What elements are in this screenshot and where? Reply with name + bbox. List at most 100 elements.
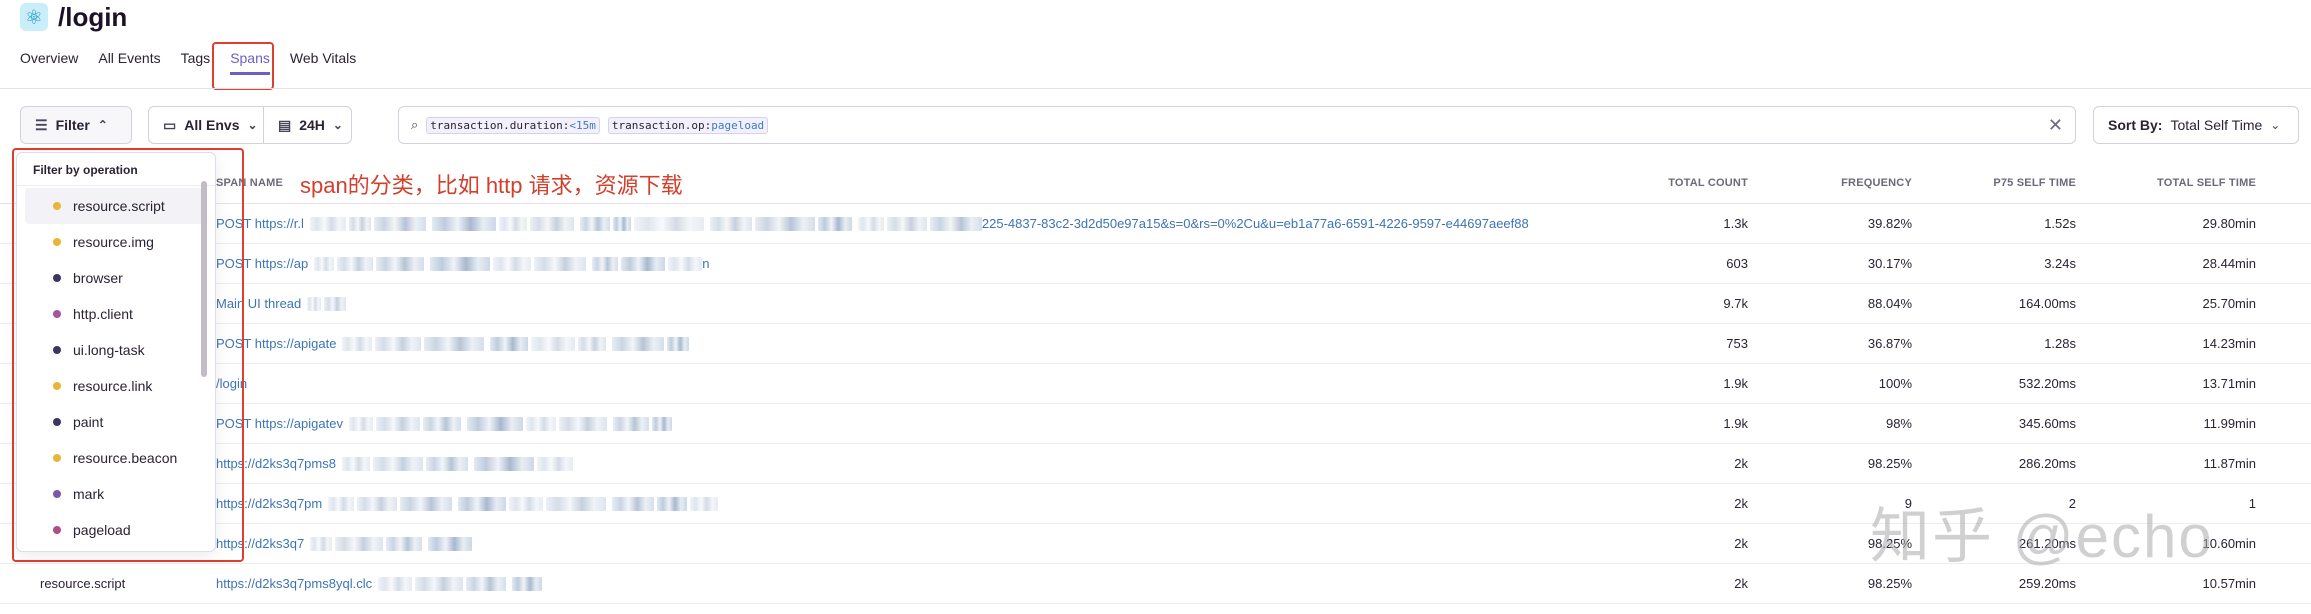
search-token-op[interactable]: transaction.op:pageload: [607, 116, 769, 134]
redacted-text: [578, 337, 607, 352]
redacted-text: [592, 257, 619, 272]
table-row[interactable]: POST https://apigate 753 36.87% 1.28s 14.23m…: [0, 324, 2311, 364]
table-row[interactable]: POST https://apigatev 1.9k 98% 345.60ms 11.9…: [0, 404, 2311, 444]
operation-option[interactable]: browser: [17, 260, 215, 296]
operation-list: resource.script resource.img browser http.c…: [17, 188, 215, 548]
span-name-link[interactable]: POST https://apigate: [216, 336, 690, 352]
operation-color-dot: [53, 382, 61, 390]
sort-by-prefix: Sort By:: [2108, 117, 2163, 133]
period-selector[interactable]: ▤ 24H ⌄: [263, 106, 352, 144]
redacted-text: [657, 497, 688, 512]
operation-color-dot: [53, 454, 61, 462]
total-count-cell: 2k: [1734, 536, 1748, 551]
total-count-cell: 2k: [1734, 496, 1748, 511]
clear-search-icon[interactable]: ✕: [2048, 115, 2063, 136]
span-name-cell: Main UI thread: [216, 296, 1594, 312]
frequency-cell: 30.17%: [1867, 256, 1912, 271]
operation-option[interactable]: ui.long-task: [17, 332, 215, 368]
span-name-cell: https://d2ks3q7: [216, 536, 1594, 552]
chevron-down-icon: ⌄: [2270, 118, 2281, 132]
frequency-cell: 39.82%: [1867, 216, 1912, 231]
operation-label: resource.img: [73, 234, 154, 250]
operation-option[interactable]: paint: [17, 404, 215, 440]
redacted-text: [375, 417, 420, 432]
column-frequency[interactable]: FREQUENCY: [1758, 177, 1922, 189]
total-count-cell: 1.9k: [1723, 416, 1748, 431]
span-name-link[interactable]: https://d2ks3q7pms8: [216, 456, 573, 472]
filter-bar: ☰ Filter ⌃ ▭ All Envs ⌄ ▤ 24H ⌄ ⌕ transa…: [20, 106, 2299, 144]
page-title: /login: [58, 1, 128, 32]
operation-option[interactable]: resource.img: [17, 224, 215, 260]
dropdown-scrollbar[interactable]: [201, 181, 207, 377]
redacted-text: [466, 417, 523, 432]
operation-filter-dropdown: Filter by operation resource.script resou…: [16, 152, 216, 552]
total-self-time-cell: 25.70min: [2202, 296, 2256, 311]
operation-option[interactable]: resource.link: [17, 368, 215, 404]
redacted-text: [314, 257, 335, 272]
redacted-text: [512, 577, 543, 592]
tab-overview[interactable]: Overview: [20, 50, 78, 75]
redacted-text: [376, 257, 425, 272]
span-name-link[interactable]: POST https://r.l 225-4837-83c2-3d2d50e97a…: [216, 216, 1529, 232]
chevron-down-icon: ⌄: [247, 118, 258, 132]
tab-all-events[interactable]: All Events: [98, 50, 160, 75]
tab-tags[interactable]: Tags: [181, 50, 211, 75]
span-name-link[interactable]: https://d2ks3q7pm: [216, 496, 719, 512]
operation-option[interactable]: resource.beacon: [17, 440, 215, 476]
operation-color-dot: [53, 310, 61, 318]
operation-option[interactable]: http.client: [17, 296, 215, 332]
span-name-link[interactable]: POST https://ap n: [216, 256, 710, 272]
p75-self-time-cell: 1.28s: [2044, 336, 2076, 351]
redacted-text: [525, 417, 556, 432]
total-self-time-cell: 11.99min: [2203, 416, 2256, 431]
chevron-down-icon: ⌄: [332, 118, 343, 132]
frequency-cell: 36.87%: [1867, 336, 1912, 351]
redacted-text: [324, 297, 347, 312]
redacted-text: [612, 337, 665, 352]
redacted-text: [348, 217, 371, 232]
total-count-cell: 603: [1726, 256, 1748, 271]
p75-self-time-cell: 286.20ms: [2018, 456, 2076, 471]
p75-self-time-cell: 1.52s: [2044, 216, 2076, 231]
span-name-link[interactable]: https://d2ks3q7pms8yql.clc: [216, 576, 543, 592]
table-row[interactable]: /login 1.9k 100% 532.20ms 13.71min: [0, 364, 2311, 404]
operation-option[interactable]: pageload: [17, 512, 215, 548]
redacted-text: [558, 417, 607, 432]
column-p75-self-time[interactable]: P75 SELF TIME: [1922, 177, 2086, 189]
filter-lines-icon: ☰: [35, 116, 48, 133]
atom-icon: ⚛: [20, 3, 48, 31]
redacted-text: [422, 417, 461, 432]
redacted-text: [612, 417, 649, 432]
p75-self-time-cell: 532.20ms: [2018, 376, 2076, 391]
redacted-text: [431, 217, 496, 232]
filter-button[interactable]: ☰ Filter ⌃: [20, 106, 132, 144]
operation-option[interactable]: resource.script: [25, 188, 203, 224]
dropdown-header: Filter by operation: [17, 153, 215, 186]
redacted-text: [309, 217, 346, 232]
span-name-link[interactable]: POST https://apigatev: [216, 416, 672, 432]
total-self-time-cell: 11.87min: [2203, 456, 2256, 471]
redacted-text: [335, 537, 384, 552]
redacted-text: [690, 497, 719, 512]
column-total-count[interactable]: TOTAL COUNT: [1594, 177, 1758, 189]
redacted-text: [498, 217, 527, 232]
redacted-text: [529, 217, 574, 232]
table-row[interactable]: Main UI thread 9.7k 88.04% 164.00ms 25.70min: [0, 284, 2311, 324]
column-total-self-time[interactable]: TOTAL SELF TIME: [2086, 177, 2276, 189]
sort-by-selector[interactable]: Sort By: Total Self Time ⌄: [2093, 106, 2299, 144]
search-query-input[interactable]: ⌕ transaction.duration:<15m transaction.…: [398, 106, 2076, 144]
span-name-link[interactable]: https://d2ks3q7: [216, 536, 473, 552]
redacted-text: [342, 337, 373, 352]
redacted-text: [493, 257, 532, 272]
sort-by-value: Total Self Time: [2170, 117, 2263, 133]
operation-option[interactable]: mark: [17, 476, 215, 512]
redacted-text: [709, 217, 752, 232]
redacted-text: [373, 217, 426, 232]
tab-web-vitals[interactable]: Web Vitals: [290, 50, 356, 75]
table-row[interactable]: POST https://r.l 225-4837-83c2-3d2d50e97a…: [0, 204, 2311, 244]
search-token-duration[interactable]: transaction.duration:<15m: [426, 116, 600, 134]
table-row[interactable]: https://d2ks3q7pms8 2k 98.25% 286.20ms 11.87…: [0, 444, 2311, 484]
environment-selector[interactable]: ▭ All Envs ⌄: [148, 106, 264, 144]
table-row[interactable]: POST https://ap n 603 30.17% 3.24s 28.44min: [0, 244, 2311, 284]
redacted-text: [509, 497, 544, 512]
